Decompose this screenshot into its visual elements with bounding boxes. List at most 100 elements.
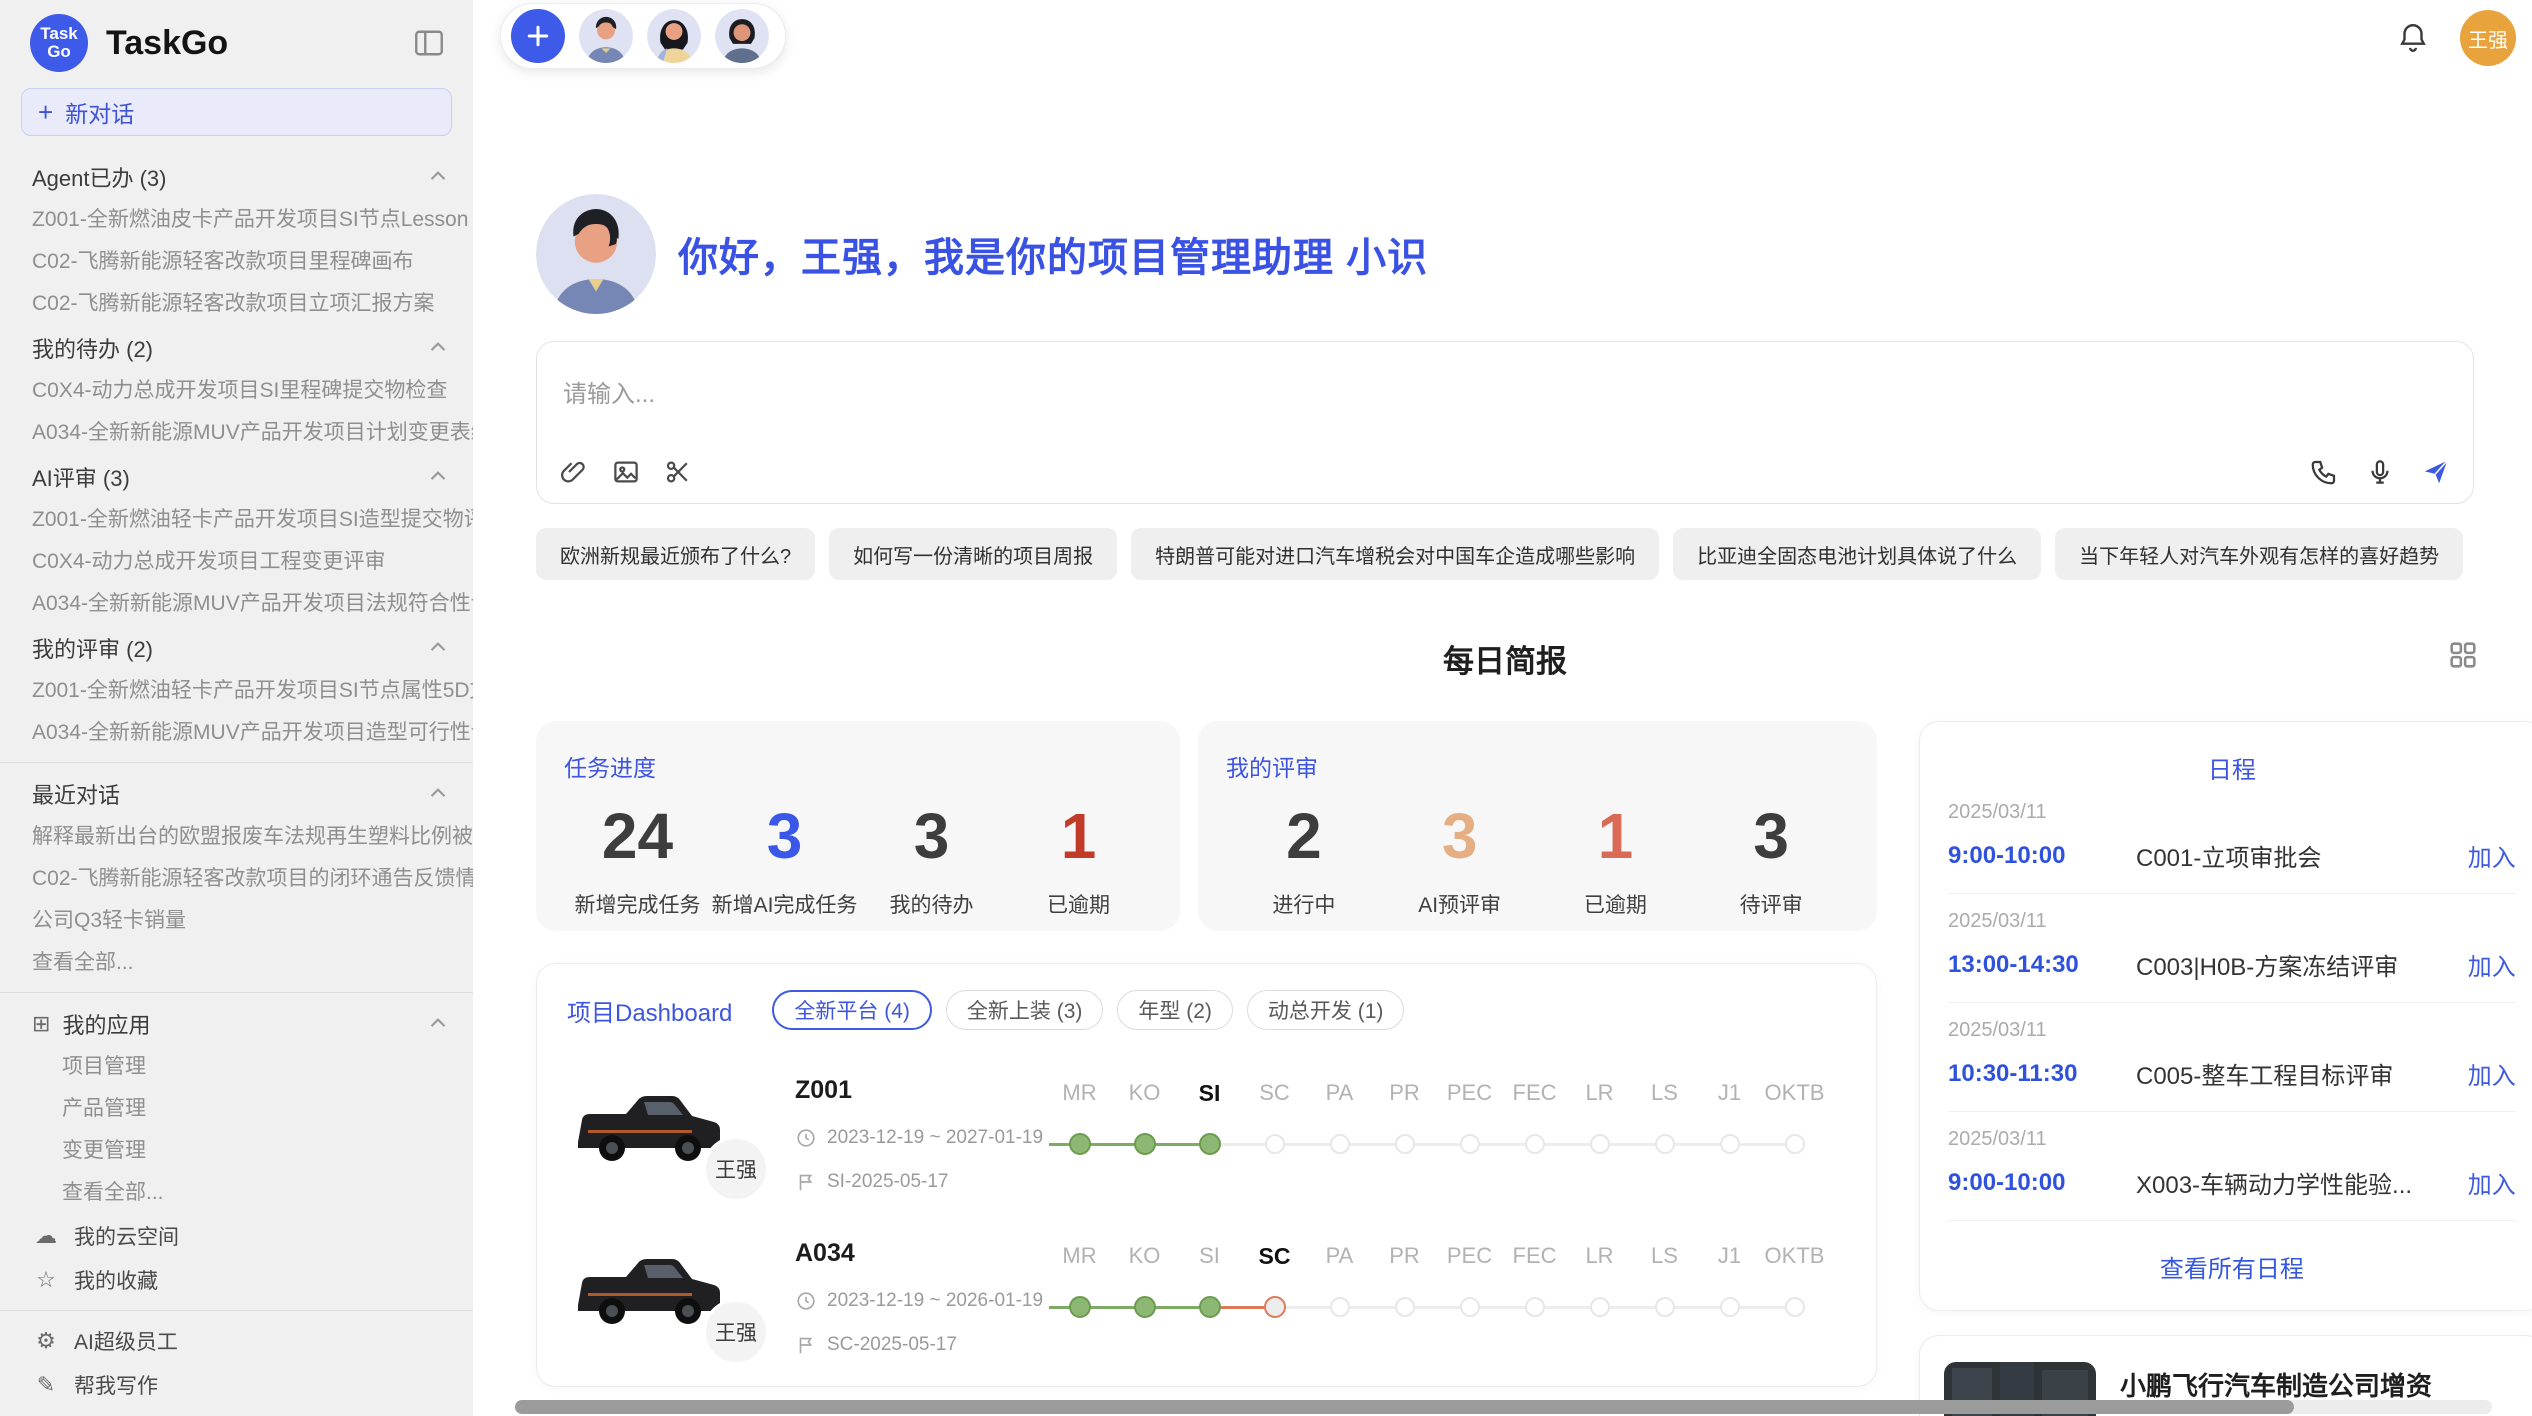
sidebar-tool-item[interactable]: ✎ 帮我写作 xyxy=(0,1363,473,1407)
app-link-item[interactable]: 变更管理 xyxy=(0,1130,473,1172)
plus-icon xyxy=(523,21,553,51)
join-meeting-link[interactable]: 加入 xyxy=(2468,947,2516,982)
suggestion-chip[interactable]: 欧洲新规最近颁布了什么? xyxy=(536,528,815,580)
schedule-item: 2025/03/11 9:00-10:00 C001-立项审批会 加入 xyxy=(1948,785,2516,894)
milestone-cell: SC xyxy=(1242,1243,1307,1333)
send-icon[interactable] xyxy=(2421,457,2451,487)
milestone-cell: LR xyxy=(1567,1243,1632,1333)
project-image: 王强 xyxy=(567,1072,735,1184)
app-link-item[interactable]: 查看全部... xyxy=(0,1172,473,1214)
dashboard-filter-tab[interactable]: 年型 (2) xyxy=(1117,990,1233,1030)
screenshot-scissors-icon[interactable] xyxy=(663,457,693,487)
suggestion-chip[interactable]: 如何写一份清晰的项目周报 xyxy=(829,528,1117,580)
dashboard-tabs: 全新平台 (4) 全新上装 (3) 年型 (2) 动总开发 (1) xyxy=(772,990,1404,1030)
microphone-icon[interactable] xyxy=(2365,457,2395,487)
sidebar-section-my-apps[interactable]: ⊞ 我的应用 xyxy=(0,1001,473,1046)
app-link-item[interactable]: 产品管理 xyxy=(0,1088,473,1130)
project-row[interactable]: 王强 Z001 2023-12-19 ~ 2027-01-19 xyxy=(567,1072,1846,1193)
sidebar-tools: ⚙ AI超级员工 ✎ 帮我写作 ✑ 创意制图 xyxy=(0,1319,473,1416)
my-review-card: 我的评审 2 进行中 3 xyxy=(1198,721,1877,931)
project-row[interactable]: 王强 A034 2023-12-19 ~ 2026-01-19 xyxy=(567,1235,1846,1356)
milestone-label: J1 xyxy=(1718,1080,1741,1114)
milestone-label: MR xyxy=(1062,1243,1096,1277)
avatar[interactable] xyxy=(647,9,701,63)
sidebar-tool-item[interactable]: ⚙ AI超级员工 xyxy=(0,1319,473,1363)
avatar[interactable] xyxy=(715,9,769,63)
app-logo: Task Go xyxy=(30,14,88,72)
horizontal-scrollbar[interactable] xyxy=(515,1400,2492,1414)
sidebar-link-item[interactable]: ☁ 我的云空间 xyxy=(0,1214,473,1258)
milestone-cell: KO xyxy=(1112,1080,1177,1170)
view-all-schedule-link[interactable]: 查看所有日程 xyxy=(1948,1249,2516,1284)
dashboard-filter-tab[interactable]: 全新上装 (3) xyxy=(946,990,1104,1030)
sidebar-collapse-icon[interactable] xyxy=(411,25,447,61)
sidebar-review-item[interactable]: A034-全新新能源MUV产品开发项目法规符合性评审 xyxy=(0,583,473,625)
milestone-label: PA xyxy=(1326,1243,1354,1277)
sidebar-section-my-review[interactable]: 我的评审 (2) xyxy=(0,625,473,670)
input-tools-right xyxy=(2309,457,2451,487)
clock-icon xyxy=(795,1127,817,1149)
sidebar-todo-item[interactable]: A034-全新新能源MUV产品开发项目计划变更表编写 xyxy=(0,412,473,454)
stat-value: 3 xyxy=(1382,801,1538,871)
sidebar-conversation-item[interactable]: C02-飞腾新能源轻客改款项目立项汇报方案 xyxy=(0,283,473,325)
join-meeting-link[interactable]: 加入 xyxy=(2468,838,2516,873)
suggestion-chip[interactable]: 特朗普可能对进口汽车增税会对中国车企造成哪些影响 xyxy=(1131,528,1659,580)
sidebar-section-agent-done[interactable]: Agent已办 (3) xyxy=(0,154,473,199)
milestone-dot xyxy=(1785,1297,1805,1317)
stat-label: 待评审 xyxy=(1693,889,1849,919)
sidebar-review-item[interactable]: Z001-全新燃油轻卡产品开发项目SI造型提交物评审 xyxy=(0,499,473,541)
recent-conversation-item[interactable]: 公司Q3轻卡销量 xyxy=(0,900,473,942)
sidebar-conversation-item[interactable]: Z001-全新燃油皮卡产品开发项目SI节点Lesson Learn报告 xyxy=(0,199,473,241)
sidebar-review-item[interactable]: Z001-全新燃油轻卡产品开发项目SI节点属性5D文件评审 xyxy=(0,670,473,712)
recent-conversation-item[interactable]: 查看全部... xyxy=(0,942,473,984)
sidebar-conversation-item[interactable]: C02-飞腾新能源轻客改款项目里程碑画布 xyxy=(0,241,473,283)
sidebar-tool-icon: ⚙ xyxy=(32,1328,60,1354)
sidebar-review-item[interactable]: A034-全新新能源MUV产品开发项目造型可行性评审 xyxy=(0,712,473,754)
stat-value: 1 xyxy=(1005,801,1152,871)
sidebar-review-item[interactable]: C0X4-动力总成开发项目工程变更评审 xyxy=(0,541,473,583)
dashboard-filter-tab[interactable]: 全新平台 (4) xyxy=(772,990,932,1030)
milestone-label: MR xyxy=(1062,1080,1096,1114)
sidebar-link-item[interactable]: ☆ 我的收藏 xyxy=(0,1258,473,1302)
sidebar-section-ai-review[interactable]: AI评审 (3) xyxy=(0,454,473,499)
user-avatar[interactable]: 王强 xyxy=(2460,10,2516,66)
task-progress-card: 任务进度 24 新增完成任务 3 xyxy=(536,721,1180,931)
add-member-button[interactable] xyxy=(511,9,565,63)
milestone-cell: FEC xyxy=(1502,1243,1567,1333)
app-link-item[interactable]: 项目管理 xyxy=(0,1046,473,1088)
schedule-time: 9:00-10:00 xyxy=(1948,842,2136,870)
join-meeting-link[interactable]: 加入 xyxy=(2468,1165,2516,1200)
project-owner-badge: 王强 xyxy=(703,1299,769,1365)
sidebar-link-icon: ☁ xyxy=(32,1223,60,1249)
recent-conversation-item[interactable]: C02-飞腾新能源轻客改款项目的闭环通告反馈情况 xyxy=(0,858,473,900)
milestone-cell: PA xyxy=(1307,1080,1372,1170)
sidebar-todo-item[interactable]: C0X4-动力总成开发项目SI里程碑提交物检查 xyxy=(0,370,473,412)
stat-label: 已逾期 xyxy=(1538,889,1694,919)
notification-bell-icon[interactable] xyxy=(2396,21,2430,55)
voice-call-icon[interactable] xyxy=(2309,457,2339,487)
recent-conversation-item[interactable]: 解释最新出台的欧盟报废车法规再生塑料比例被调至15%... xyxy=(0,816,473,858)
chevron-up-icon xyxy=(425,335,451,361)
avatar[interactable] xyxy=(579,9,633,63)
image-upload-icon[interactable] xyxy=(611,457,641,487)
suggestion-chip[interactable]: 比亚迪全固态电池计划具体说了什么 xyxy=(1673,528,2041,580)
dashboard-filter-tab[interactable]: 动总开发 (1) xyxy=(1247,990,1405,1030)
suggestion-chip[interactable]: 当下年轻人对汽车外观有怎样的喜好趋势 xyxy=(2055,528,2463,580)
briefing-layout-icon[interactable] xyxy=(2446,638,2480,672)
scrollbar-thumb[interactable] xyxy=(515,1400,2294,1414)
sidebar-section-recent[interactable]: 最近对话 xyxy=(0,771,473,816)
sidebar-section-my-todo[interactable]: 我的待办 (2) xyxy=(0,325,473,370)
attachment-icon[interactable] xyxy=(559,457,589,487)
milestone-label: SC xyxy=(1259,1080,1290,1114)
milestone-dot xyxy=(1785,1134,1805,1154)
join-meeting-link[interactable]: 加入 xyxy=(2468,1056,2516,1091)
schedule-time: 10:30-11:30 xyxy=(1948,1060,2136,1088)
stat-value: 2 xyxy=(1226,801,1382,871)
milestone-track: MR KO xyxy=(1047,1243,1827,1333)
milestone-dot xyxy=(1655,1134,1675,1154)
chat-input-card[interactable]: 请输入... xyxy=(536,341,2474,504)
sidebar-tool-item[interactable]: ✑ 创意制图 xyxy=(0,1407,473,1416)
new-chat-button[interactable]: + 新对话 xyxy=(21,88,452,136)
milestone-label: LR xyxy=(1585,1080,1613,1114)
schedule-time: 13:00-14:30 xyxy=(1948,951,2136,979)
